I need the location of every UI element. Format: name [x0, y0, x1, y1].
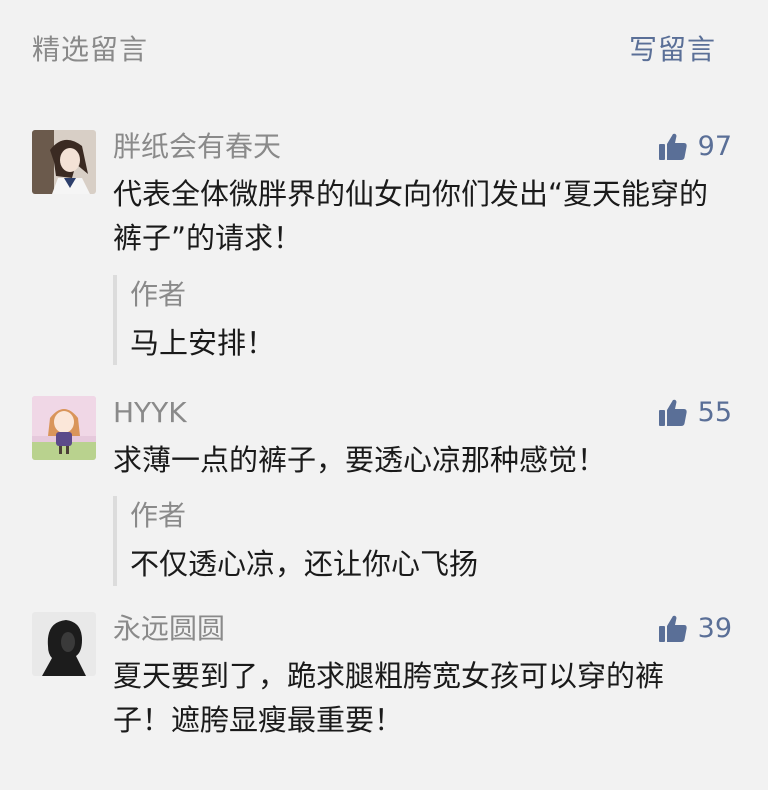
thumbs-up-icon	[658, 614, 688, 644]
section-title: 精选留言	[32, 33, 149, 66]
comment-text: 求薄一点的裤子，要透心凉那种感觉！	[113, 443, 607, 477]
reply-text: 马上安排！	[130, 326, 276, 360]
like-count: 97	[697, 131, 732, 162]
thumbs-up-icon	[658, 398, 688, 428]
thumbs-up-icon	[658, 132, 688, 162]
avatar[interactable]	[32, 396, 96, 460]
reply-author-label: 作者	[130, 499, 187, 532]
avatar[interactable]	[32, 612, 96, 676]
avatar[interactable]	[32, 130, 96, 194]
comment-text: 代表全体微胖界的仙女向你们发出“夏天能穿的裤子”的请求！	[113, 177, 709, 255]
author-reply: 作者 马上安排！	[113, 275, 730, 365]
like-button[interactable]: 55	[658, 396, 732, 430]
comments-header: 精选留言 写留言	[0, 0, 768, 100]
write-comment-link[interactable]: 写留言	[629, 30, 716, 70]
comment-nickname[interactable]: 胖纸会有春天	[113, 130, 281, 164]
author-reply: 作者 不仅透心凉，还让你心飞扬	[113, 496, 730, 586]
like-count: 39	[697, 613, 732, 644]
comment-nickname[interactable]: 永远圆圆	[113, 612, 225, 646]
like-button[interactable]: 97	[658, 130, 732, 164]
comment-text: 夏天要到了，跪求腿粗胯宽女孩可以穿的裤子！遮胯显瘦最重要！	[113, 659, 665, 737]
comment-nickname[interactable]: HYYK	[113, 396, 187, 430]
like-count: 55	[697, 397, 732, 428]
comment-item: 胖纸会有春天 97 代表全体微胖界的仙女向你们发出“夏天能穿的裤子”的请求！ 作…	[0, 130, 768, 370]
like-button[interactable]: 39	[658, 612, 732, 646]
reply-text: 不仅透心凉，还让你心飞扬	[130, 547, 479, 581]
comment-item: 永远圆圆 39 夏天要到了，跪求腿粗胯宽女孩可以穿的裤子！遮胯显瘦最重要！	[0, 612, 768, 762]
reply-author-label: 作者	[130, 278, 187, 311]
comment-item: HYYK 55 求薄一点的裤子，要透心凉那种感觉！ 作者 不仅透心凉，还让你心飞…	[0, 396, 768, 586]
